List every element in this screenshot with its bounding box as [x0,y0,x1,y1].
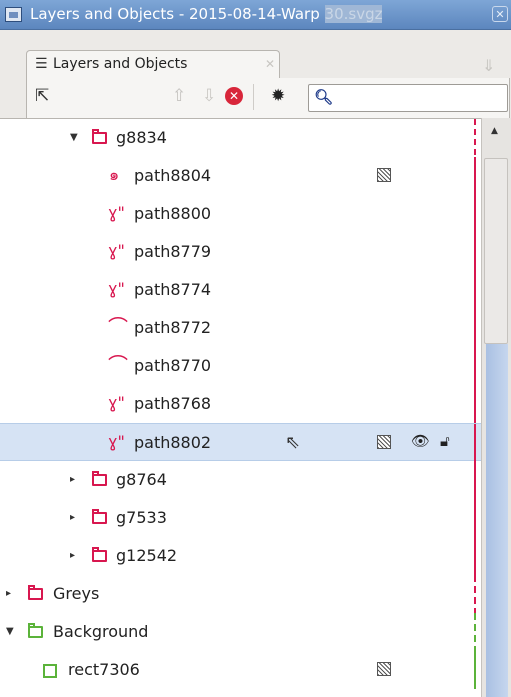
tree-label: Greys [53,584,100,603]
move-down-icon[interactable]: ⇩ [202,87,216,105]
expander-open-icon[interactable]: ▼ [70,132,78,143]
path-icon: ɣ" [108,393,125,412]
path-icon: ɣ" [108,203,125,222]
window-title: Layers and Objects - 2015-08-14-Warp 30.… [30,5,383,23]
layer-color-stripe [474,499,476,537]
window-close-icon[interactable]: ✕ [492,6,508,22]
tree-label: path8768 [134,394,212,413]
tree-row-g7533[interactable]: ▸ g7533 [0,499,481,537]
tree-row-g12542[interactable]: ▸ g12542 [0,537,481,575]
tree-row-path8774[interactable]: ɣ" path8774 [0,271,481,309]
layer-color-stripe [474,347,476,385]
dock-float-icon[interactable]: ⇓ [482,56,495,75]
tree-label: path8772 [134,318,212,337]
tree-label: path8804 [134,166,212,185]
group-icon [92,471,107,486]
blend-icon[interactable] [377,168,391,182]
path-icon: ɣ" [108,241,125,260]
tab-layers-and-objects[interactable]: ☰ Layers and Objects ✕ [26,50,280,79]
tree-label: path8800 [134,204,212,223]
layer-icon [28,585,43,600]
rectangle-icon [43,664,57,678]
lock-open-icon[interactable]: 🔓︎ [440,432,450,450]
tree-row-rect7306[interactable]: rect7306 [0,651,481,689]
layers-tree: ▼ g8834 ๑ path8804 ɣ" path8800 ɣ" path87… [0,118,481,697]
layer-color-stripe [474,309,476,347]
expander-closed-icon[interactable]: ▸ [70,512,75,523]
app-icon [5,7,22,22]
tab-close-icon[interactable]: ✕ [265,57,275,71]
layer-color-stripe [474,119,476,157]
layer-color-stripe [474,233,476,271]
tree-label: g8834 [116,128,167,147]
visibility-eye-icon[interactable]: 👁︎ [411,432,430,450]
spiral-icon: ๑ [109,165,120,184]
layers-icon: ☰ [35,56,48,72]
path-icon: ɣ" [108,279,125,298]
expander-closed-icon[interactable]: ▸ [70,474,75,485]
toolbar-separator [253,84,254,110]
arc-icon: ⌒ [108,315,128,339]
layer-color-stripe [474,651,476,689]
tree-row-path8804[interactable]: ๑ path8804 [0,157,481,195]
expander-open-icon[interactable]: ▼ [6,626,14,637]
tree-row-path8779[interactable]: ɣ" path8779 [0,233,481,271]
path-icon: ɣ" [108,432,125,451]
layer-color-stripe [474,385,476,423]
dock-tab-row: ☰ Layers and Objects ✕ ⇓ [0,30,511,79]
tab-label: Layers and Objects [53,56,188,72]
tree-row-path8770[interactable]: ⌒ path8770 [0,347,481,385]
layer-color-stripe [474,575,476,613]
group-icon [92,129,107,144]
layers-toolbar: ⇱ ⇧ ⇩ ✕ ✹ 🔍︎ [26,78,510,118]
add-layer-icon[interactable]: ⇱ [35,87,49,105]
arc-icon: ⌒ [108,353,128,377]
mouse-pointer-icon: ⇖ [285,432,301,453]
layer-color-stripe [474,537,476,575]
tree-label: g8764 [116,470,167,489]
tree-row-g8764[interactable]: ▸ g8764 [0,461,481,499]
layer-icon [28,623,43,638]
tree-row-path8800[interactable]: ɣ" path8800 [0,195,481,233]
tree-label: path8774 [134,280,212,299]
search-input[interactable] [335,88,507,110]
search-box[interactable]: 🔍︎ [308,84,508,112]
layer-color-stripe [474,271,476,309]
tree-row-g8834[interactable]: ▼ g8834 [0,119,481,157]
tree-label: path8770 [134,356,212,375]
vertical-scrollbar[interactable]: ▲ [481,118,511,697]
tree-label: path8802 [134,433,212,452]
tree-label: g7533 [116,508,167,527]
group-icon [92,547,107,562]
window-title-suffix: 30.svgz [324,5,383,23]
scroll-up-icon[interactable]: ▲ [491,126,498,136]
expander-closed-icon[interactable]: ▸ [70,550,75,561]
layer-color-stripe [474,424,476,462]
tree-label: g12542 [116,546,178,565]
tree-row-greys[interactable]: ▸ Greys [0,575,481,613]
tree-row-path8802[interactable]: ɣ" path8802 ⇖ 👁︎ 🔓︎ [0,423,481,462]
layer-color-stripe [474,613,476,651]
layer-color-stripe [474,195,476,233]
scrollbar-thumb[interactable] [484,158,508,344]
tree-label: rect7306 [68,660,140,679]
layer-color-stripe [474,461,476,499]
layer-color-stripe [474,157,476,195]
tree-row-path8772[interactable]: ⌒ path8772 [0,309,481,347]
tree-row-background[interactable]: ▼ Background [0,613,481,651]
tree-label: path8779 [134,242,212,261]
tree-label: Background [53,622,149,641]
blend-icon[interactable] [377,435,391,449]
scrollbar-track[interactable] [486,344,508,697]
settings-gear-icon[interactable]: ✹ [271,87,285,105]
search-icon: 🔍︎ [314,88,334,106]
remove-icon[interactable]: ✕ [225,87,243,105]
move-up-icon[interactable]: ⇧ [172,87,186,105]
tree-row-path8768[interactable]: ɣ" path8768 [0,385,481,423]
blend-icon[interactable] [377,662,391,676]
window-title-bar: Layers and Objects - 2015-08-14-Warp 30.… [0,0,511,30]
window-title-text: Layers and Objects - 2015-08-14-Warp [30,5,320,23]
expander-closed-icon[interactable]: ▸ [6,588,11,599]
group-icon [92,509,107,524]
